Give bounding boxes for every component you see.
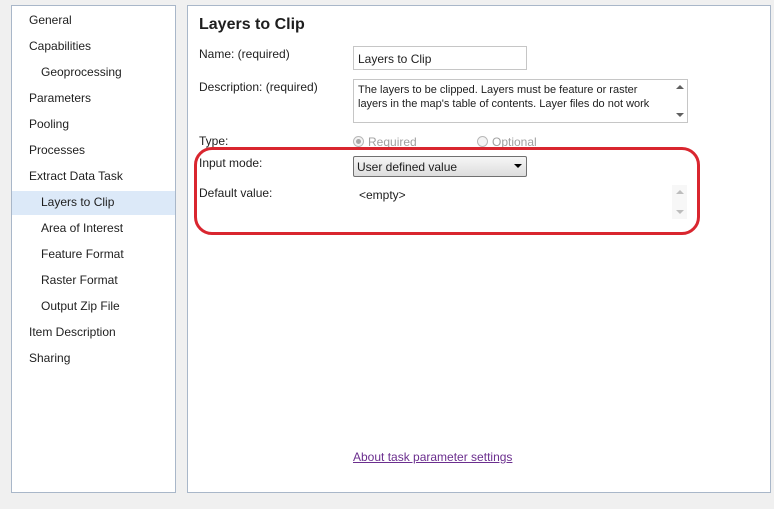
sidebar-item-label: Pooling (29, 117, 70, 131)
scroll-up-icon[interactable] (676, 85, 684, 89)
sidebar-item-extract-data-task[interactable]: Extract Data Task (12, 165, 175, 189)
sidebar-item-label: Raster Format (41, 273, 118, 287)
sidebar-item-label: Processes (29, 143, 86, 157)
type-required-radio[interactable] (353, 136, 364, 147)
name-field[interactable]: Layers to Clip (353, 46, 527, 70)
sidebar-item-label: Extract Data Task (29, 169, 123, 183)
sidebar-item-general[interactable]: General (12, 9, 175, 33)
type-label: Type: (199, 134, 229, 148)
sidebar-item-label: Area of Interest (41, 221, 124, 235)
sidebar-item-capabilities[interactable]: Capabilities (12, 35, 175, 59)
description-label: Description: (required) (199, 80, 318, 94)
sidebar-item-label: Item Description (29, 325, 116, 339)
sidebar-item-pooling[interactable]: Pooling (12, 113, 175, 137)
sidebar-item-label: Sharing (29, 351, 71, 365)
name-label: Name: (required) (199, 47, 290, 61)
sidebar-item-area-of-interest[interactable]: Area of Interest (12, 217, 175, 241)
sidebar-item-layers-to-clip[interactable]: Layers to Clip (12, 191, 175, 215)
sidebar-item-sharing[interactable]: Sharing (12, 347, 175, 371)
sidebar-item-feature-format[interactable]: Feature Format (12, 243, 175, 267)
type-optional-radio[interactable] (477, 136, 488, 147)
highlight-annotation (194, 147, 700, 235)
sidebar-item-label: Layers to Clip (41, 195, 115, 209)
sidebar-item-label: Geoprocessing (41, 65, 122, 79)
sidebar-item-label: Output Zip File (41, 299, 120, 313)
sidebar-item-processes[interactable]: Processes (12, 139, 175, 163)
sidebar-item-raster-format[interactable]: Raster Format (12, 269, 175, 293)
parameter-settings-panel: Layers to Clip Name: (required) Layers t… (187, 5, 771, 493)
sidebar-item-label: Feature Format (41, 247, 124, 261)
description-scrollbar[interactable] (672, 80, 687, 122)
sidebar-item-label: Parameters (29, 91, 92, 105)
name-value: Layers to Clip (358, 52, 432, 66)
scroll-down-icon[interactable] (676, 113, 684, 117)
sidebar-item-label: Capabilities (29, 39, 92, 53)
sidebar-item-label: General (29, 13, 72, 27)
page-title: Layers to Clip (199, 16, 305, 33)
description-value: The layers to be clipped. Layers must be… (358, 84, 650, 110)
about-task-parameter-settings-link[interactable]: About task parameter settings (353, 450, 512, 464)
sidebar-nav: General Capabilities Geoprocessing Param… (11, 5, 176, 493)
sidebar-item-item-description[interactable]: Item Description (12, 321, 175, 345)
sidebar-item-geoprocessing[interactable]: Geoprocessing (12, 61, 175, 85)
sidebar-item-output-zip-file[interactable]: Output Zip File (12, 295, 175, 319)
sidebar-item-parameters[interactable]: Parameters (12, 87, 175, 111)
description-field[interactable]: The layers to be clipped. Layers must be… (353, 79, 688, 123)
